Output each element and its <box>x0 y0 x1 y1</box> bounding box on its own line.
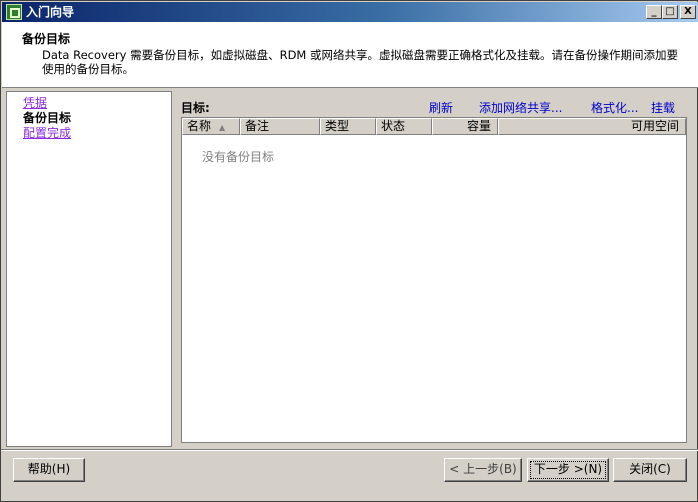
main-panel: 目标: 刷新 添加网络共享... 格式化... 挂载 名称 ▲ 备注 类型 状态 … <box>177 93 693 447</box>
window-title: 入门向导 <box>26 5 75 19</box>
wizard-window: 入门向导 _ □ X 备份目标 Data Recovery 需要备份目标，如虚拟… <box>0 0 698 502</box>
column-label: 名称 <box>187 119 212 133</box>
backup-targets-table[interactable]: 名称 ▲ 备注 类型 状态 容量 可用空间 没有备份目标 <box>181 117 687 443</box>
close-window-button[interactable]: X <box>680 5 696 19</box>
maximize-button[interactable]: □ <box>662 5 678 19</box>
nav-step-ready-to-complete[interactable]: 配置完成 <box>23 126 71 140</box>
sort-ascending-icon: ▲ <box>219 123 226 132</box>
column-header-free-space[interactable]: 可用空间 <box>498 118 686 135</box>
back-button[interactable]: < 上一步(B) <box>444 458 522 482</box>
footer-divider <box>1 449 698 451</box>
table-header: 名称 ▲ 备注 类型 状态 容量 可用空间 <box>182 118 686 135</box>
refresh-link[interactable]: 刷新 <box>429 99 453 116</box>
help-button[interactable]: 帮助(H) <box>13 458 85 482</box>
column-header-type[interactable]: 类型 <box>320 118 376 135</box>
app-icon <box>6 4 22 20</box>
format-link[interactable]: 格式化... <box>591 99 638 116</box>
targets-label: 目标: <box>181 101 210 115</box>
column-header-status[interactable]: 状态 <box>376 118 432 135</box>
nav-step-backup-destination: 备份目标 <box>23 111 72 125</box>
nav-step-credentials[interactable]: 凭据 <box>23 96 47 110</box>
mount-link[interactable]: 挂载 <box>651 99 675 116</box>
minimize-button[interactable]: _ <box>646 5 662 19</box>
wizard-header: 备份目标 Data Recovery 需要备份目标，如虚拟磁盘、RDM 或网络共… <box>2 22 698 88</box>
wizard-steps-nav: 凭据 备份目标 配置完成 <box>6 91 172 447</box>
column-header-name[interactable]: 名称 ▲ <box>182 118 240 135</box>
column-header-capacity[interactable]: 容量 <box>432 118 498 135</box>
add-network-share-link[interactable]: 添加网络共享... <box>479 99 562 116</box>
page-title: 备份目标 <box>22 32 71 46</box>
next-button[interactable]: 下一步 >(N) <box>527 458 609 482</box>
close-button[interactable]: 关闭(C) <box>613 458 687 482</box>
empty-table-message: 没有备份目标 <box>202 150 275 164</box>
page-description: Data Recovery 需要备份目标，如虚拟磁盘、RDM 或网络共享。虚拟磁… <box>42 48 679 76</box>
column-header-notes[interactable]: 备注 <box>240 118 320 135</box>
title-bar[interactable]: 入门向导 _ □ X <box>2 2 698 22</box>
